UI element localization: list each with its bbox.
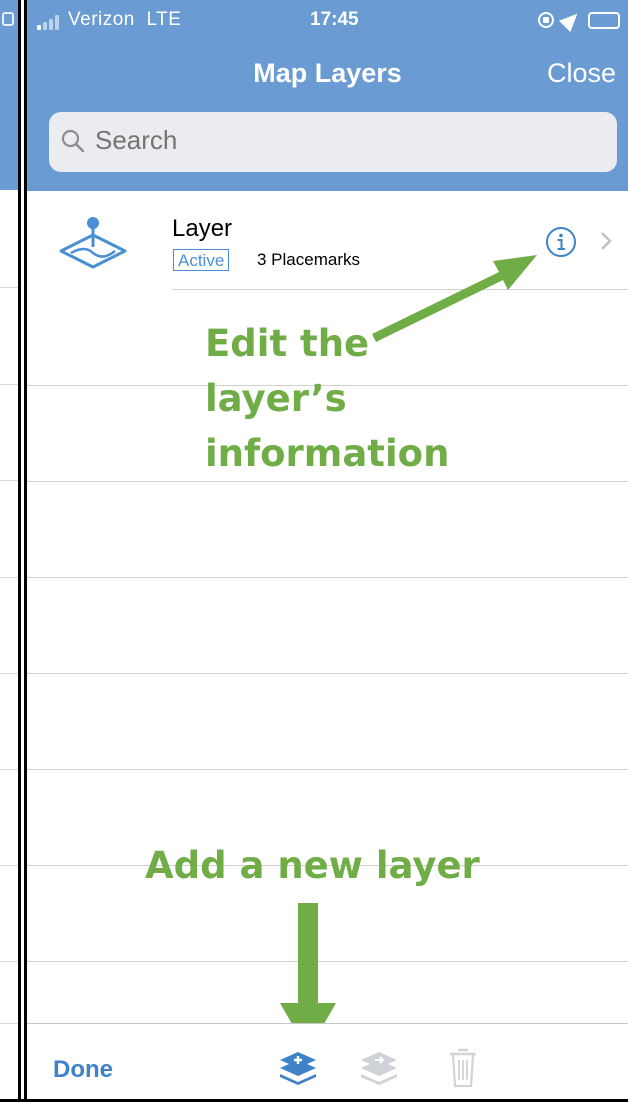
done-button[interactable]: Done	[53, 1056, 113, 1084]
background-icon	[2, 12, 14, 26]
row-divider	[27, 577, 628, 578]
layers-icon[interactable]	[357, 1050, 401, 1088]
bottom-toolbar: Done	[27, 1023, 628, 1102]
annotation-add-layer: Add a new layer	[145, 844, 480, 887]
search-icon	[61, 129, 85, 153]
network-type: LTE	[146, 9, 182, 30]
background-divider	[0, 480, 18, 481]
row-divider	[27, 961, 628, 962]
row-divider	[27, 481, 628, 482]
header: Verizon LTE 17:45 Map Layers Close	[27, 0, 628, 191]
status-bar: Verizon LTE 17:45	[27, 0, 628, 40]
placemark-count: 3 Placemarks	[257, 250, 360, 269]
chevron-right-icon	[601, 232, 612, 250]
frame-border	[18, 0, 21, 1102]
layer-row[interactable]: Layer Active 3 Placemarks	[27, 193, 628, 289]
phone-screen: Verizon LTE 17:45 Map Layers Close Searc…	[27, 0, 628, 1102]
background-divider	[0, 384, 18, 385]
status-icons	[538, 7, 620, 33]
background-header	[0, 0, 18, 190]
background-divider	[0, 961, 18, 962]
row-divider	[172, 289, 628, 290]
background-divider	[0, 1023, 18, 1024]
background-panel	[0, 0, 18, 1102]
annotation-edit-info: Edit the layer’s information	[205, 322, 450, 475]
rotation-lock-icon	[538, 12, 554, 28]
search-input[interactable]	[95, 125, 595, 156]
search-bar[interactable]	[49, 112, 617, 172]
add-layer-icon[interactable]	[276, 1050, 320, 1088]
carrier-name: Verizon	[68, 9, 135, 30]
signal-icon	[37, 14, 63, 30]
status-badge: Active	[173, 249, 230, 271]
battery-icon	[588, 12, 620, 29]
location-icon	[558, 7, 584, 33]
trash-icon[interactable]	[448, 1046, 478, 1088]
close-button[interactable]: Close	[547, 58, 616, 89]
row-divider	[27, 673, 628, 674]
background-divider	[0, 865, 18, 866]
carrier-label: Verizon LTE	[68, 9, 181, 31]
layer-name: Layer	[172, 215, 233, 242]
status-time: 17:45	[310, 9, 359, 30]
row-divider	[27, 769, 628, 770]
page-title: Map Layers	[253, 58, 402, 88]
info-icon[interactable]	[545, 226, 577, 258]
background-divider	[0, 673, 18, 674]
background-divider	[0, 287, 18, 288]
background-divider	[0, 769, 18, 770]
map-layer-icon	[59, 217, 127, 269]
background-divider	[0, 577, 18, 578]
